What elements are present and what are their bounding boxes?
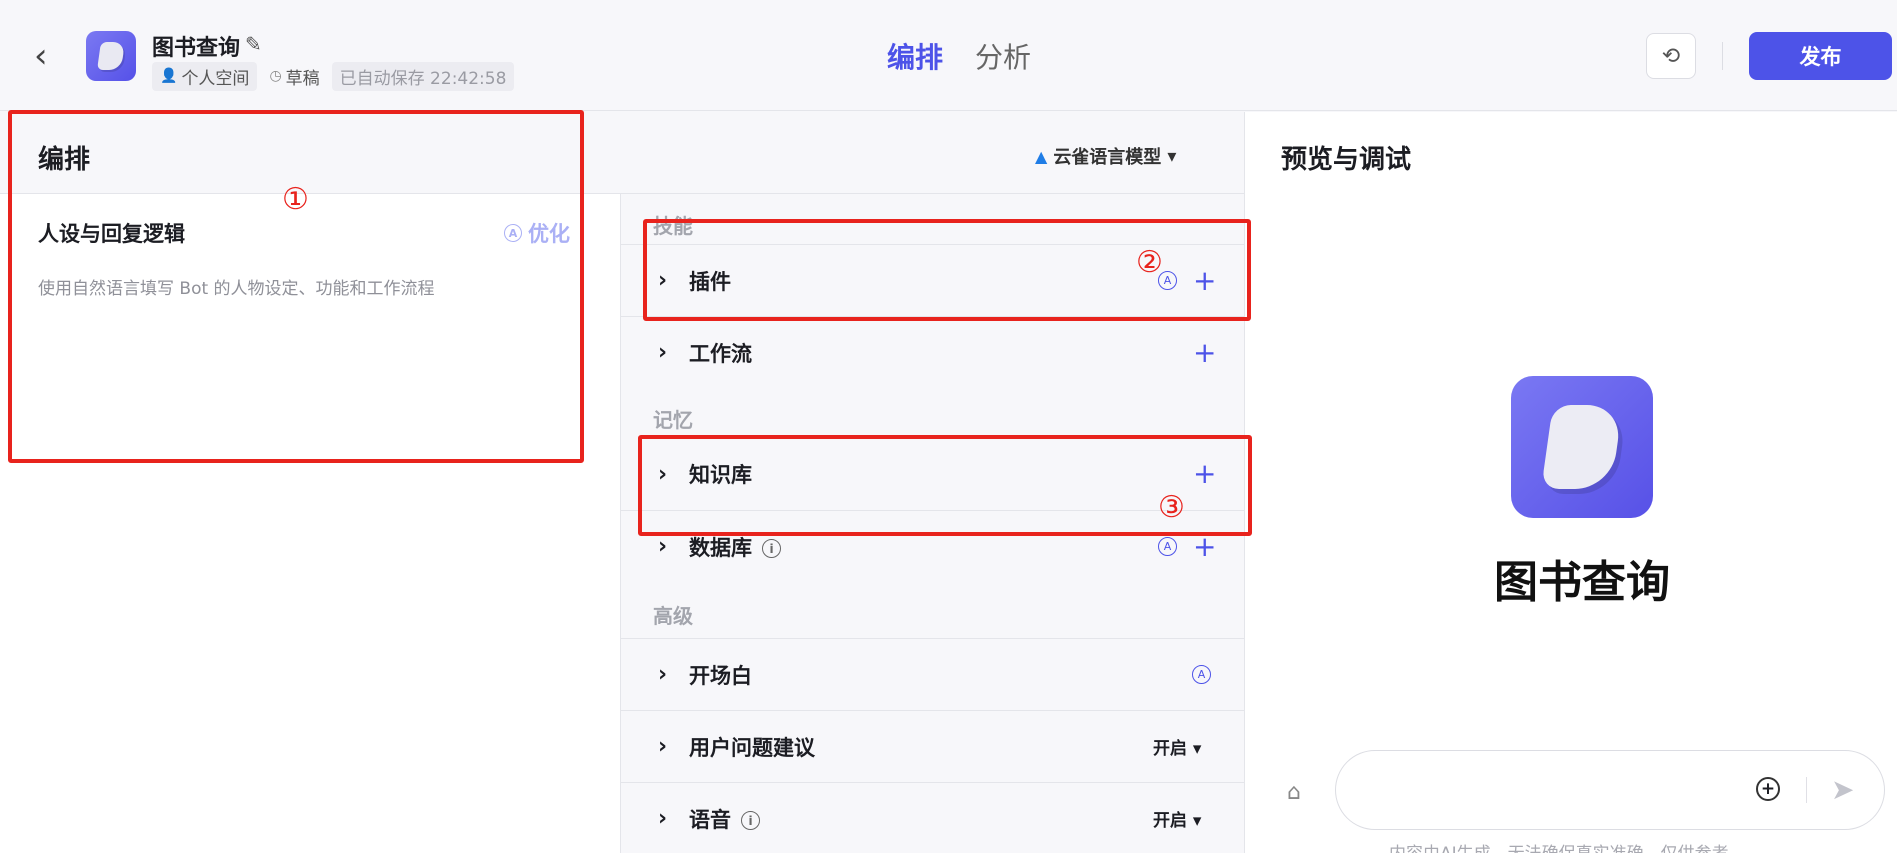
history-button[interactable]: ⟲ [1646, 33, 1696, 79]
ai-disclaimer: 内容由AI生成，无法确保真实准确，仅供参考 [1389, 839, 1729, 853]
chevron-right-icon[interactable]: › [658, 806, 667, 831]
chat-input-box: + ➤ [1335, 750, 1885, 830]
voice-text: 语音 [689, 807, 731, 832]
status-tag: ◷ 草稿 [265, 62, 323, 91]
edit-icon[interactable]: ✎ [245, 32, 262, 56]
bot-avatar-large [1511, 376, 1653, 518]
add-database-button[interactable]: + [1193, 532, 1216, 561]
chevron-right-icon[interactable]: › [658, 534, 667, 559]
bot-avatar [86, 31, 136, 81]
chevron-right-icon[interactable]: › [658, 340, 667, 365]
ai-auto-icon[interactable]: A [1158, 537, 1177, 556]
send-icon[interactable]: ➤ [1831, 773, 1854, 806]
tab-arrange[interactable]: 编排 [887, 36, 943, 76]
status-label: 草稿 [285, 68, 320, 89]
model-label: 云雀语言模型 [1053, 147, 1162, 168]
publish-button[interactable]: 发布 [1749, 32, 1892, 80]
clock-icon: ◷ [269, 68, 282, 84]
bot-meta: 👤 个人空间 ◷ 草稿 已自动保存 22:42:58 [152, 61, 515, 91]
preview-panel: 预览与调试 图书查询 ⌂ + ➤ 内容由AI生成，无法确保真实准确，仅供参考 [1244, 112, 1897, 853]
row-suggestions[interactable]: › 用户问题建议 开启 ▾ [621, 710, 1245, 782]
mode-tabs: 编排 分析 [887, 36, 1031, 76]
add-circle-icon[interactable]: + [1756, 777, 1780, 801]
voice-value: 开启 [1153, 811, 1187, 831]
suggestions-value: 开启 [1153, 739, 1187, 759]
workflow-label: 工作流 [689, 341, 752, 366]
add-workflow-button[interactable]: + [1193, 338, 1216, 367]
chat-input[interactable] [1360, 773, 1740, 809]
voice-select[interactable]: 开启 ▾ [1153, 806, 1201, 831]
history-icon: ⟲ [1661, 43, 1681, 69]
back-chevron-icon[interactable]: ‹ [34, 39, 58, 73]
row-workflow[interactable]: › 工作流 + [621, 316, 1245, 388]
suggestions-select[interactable]: 开启 ▾ [1153, 734, 1201, 759]
group-advanced: 高级 [653, 604, 693, 628]
annotation-number: ③ [1158, 490, 1185, 525]
database-text: 数据库 [689, 535, 752, 560]
divider [1722, 42, 1723, 70]
info-icon[interactable]: i [741, 811, 760, 830]
preview-title: 预览与调试 [1281, 145, 1412, 175]
database-label: 数据库 i [689, 532, 781, 562]
top-bar: ‹ 图书查询 ✎ 👤 个人空间 ◷ 草稿 已自动保存 22:42:58 编排 分析 … [0, 0, 1897, 111]
tab-analysis[interactable]: 分析 [975, 36, 1031, 76]
person-icon: 👤 [160, 68, 178, 84]
divider [1806, 777, 1807, 803]
annotation-number: ① [282, 182, 309, 217]
space-label: 个人空间 [181, 68, 250, 89]
autosave-status: 已自动保存 22:42:58 [331, 61, 515, 91]
annotation-number: ② [1136, 245, 1163, 280]
row-voice[interactable]: › 语音 i 开启 ▾ [621, 782, 1245, 853]
broom-icon[interactable]: ⌂ [1287, 780, 1301, 805]
voice-label: 语音 i [689, 804, 760, 834]
suggestions-label: 用户问题建议 [689, 735, 815, 760]
annotation-box-persona [8, 110, 584, 463]
chevron-right-icon[interactable]: › [658, 662, 667, 687]
model-select[interactable]: ▲ 云雀语言模型 ▾ [1035, 143, 1176, 169]
info-icon[interactable]: i [762, 539, 781, 558]
ai-auto-icon[interactable]: A [1192, 665, 1211, 684]
row-opening[interactable]: › 开场白 A [621, 638, 1245, 710]
caret-down-icon: ▾ [1167, 145, 1177, 167]
opening-label: 开场白 [689, 663, 752, 688]
bot-title: 图书查询 [152, 36, 241, 61]
bot-name-large: 图书查询 [1494, 557, 1670, 608]
group-memory: 记忆 [653, 408, 693, 432]
model-icon: ▲ [1035, 146, 1048, 166]
space-tag: 👤 个人空间 [152, 61, 258, 91]
chevron-right-icon[interactable]: › [658, 734, 667, 759]
